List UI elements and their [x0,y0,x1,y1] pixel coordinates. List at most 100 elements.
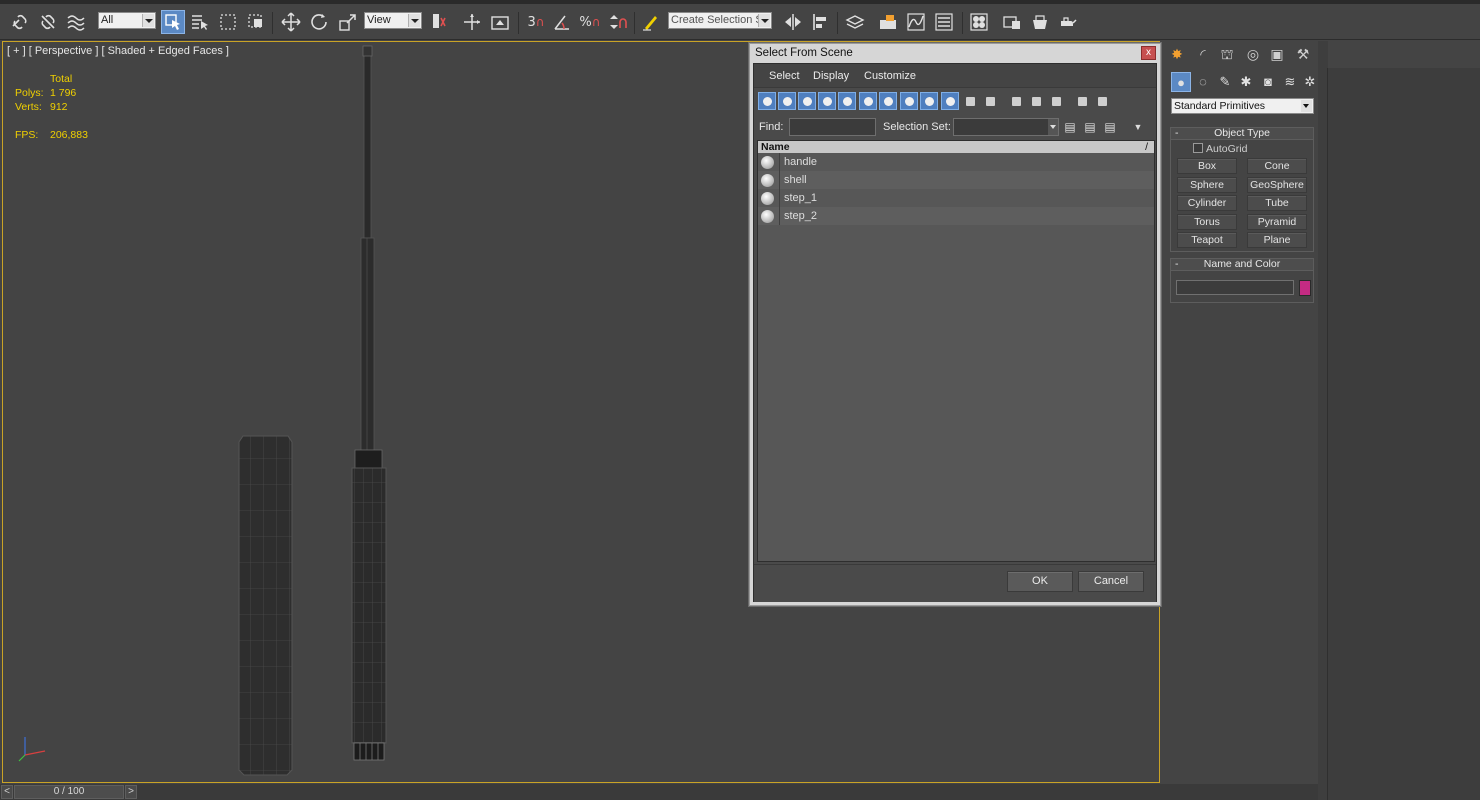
modify-tab-icon[interactable]: ◜ [1192,44,1214,64]
sphere-button[interactable]: Sphere [1177,177,1237,193]
display-frozen-icon[interactable] [961,92,979,110]
list-item[interactable]: step_2 [758,207,1154,225]
helpers-category-icon[interactable]: ◙ [1258,72,1278,92]
selection-filter-dropdown[interactable]: All [98,12,156,29]
display-xrefs-icon[interactable] [900,92,918,110]
geometry-category-icon[interactable]: ● [1171,72,1191,92]
pivot-center-icon[interactable] [427,10,451,34]
menu-display[interactable]: Display [813,70,849,82]
create-tab-icon[interactable]: ✸ [1166,44,1188,64]
list-item[interactable]: shell [758,171,1154,189]
remove-from-selection-set-icon[interactable]: ▤ [1103,119,1117,135]
display-bones-icon[interactable] [920,92,938,110]
filter-icon[interactable] [1073,92,1091,110]
torus-button[interactable]: Torus [1177,214,1237,230]
move-icon[interactable] [279,10,303,34]
box-button[interactable]: Box [1177,158,1237,174]
display-geometry-icon[interactable] [758,92,776,110]
display-all-icon[interactable] [1007,92,1025,110]
rotate-icon[interactable] [307,10,331,34]
cone-button[interactable]: Cone [1247,158,1307,174]
layer-manager-icon[interactable] [843,10,867,34]
pyramid-button[interactable]: Pyramid [1247,214,1307,230]
close-icon[interactable]: x [1141,46,1156,60]
rendered-frame-window-icon[interactable] [1028,10,1052,34]
display-none-icon[interactable] [1027,92,1045,110]
previous-frame-button[interactable]: < [1,785,13,799]
display-invert-icon[interactable] [1047,92,1065,110]
cylinder-button[interactable]: Cylinder [1177,195,1237,211]
bind-space-warp-icon[interactable] [64,10,88,34]
list-item[interactable]: step_1 [758,189,1154,207]
shapes-category-icon[interactable]: ◌ [1193,72,1213,92]
list-item[interactable]: handle [758,153,1154,171]
primitive-category-dropdown[interactable]: Standard Primitives [1171,98,1314,114]
name-and-color-rollout-header[interactable]: - Name and Color [1170,258,1314,271]
display-containers-icon[interactable] [941,92,959,110]
scene-object-list[interactable]: Name / handle shell step_1 step_2 [757,140,1155,562]
hierarchy-tab-icon[interactable]: ⛫ [1216,44,1238,64]
display-groups-icon[interactable] [879,92,897,110]
name-column-header[interactable]: Name / [758,141,1154,153]
mirror-icon[interactable] [781,10,805,34]
menu-select[interactable]: Select [769,70,800,82]
keyboard-shortcut-override-icon[interactable] [488,10,512,34]
display-space-warps-icon[interactable] [859,92,877,110]
display-helpers-icon[interactable] [838,92,856,110]
object-color-swatch[interactable] [1299,280,1311,296]
object-type-rollout-header[interactable]: - Object Type [1170,127,1314,140]
motion-tab-icon[interactable]: ◎ [1242,44,1264,64]
add-to-selection-set-icon[interactable]: ▤ [1083,119,1097,135]
link-icon[interactable] [8,10,32,34]
dialog-title[interactable]: Select From Scene [750,44,1160,63]
display-shapes-icon[interactable] [778,92,796,110]
space-warps-category-icon[interactable]: ≋ [1280,72,1300,92]
ribbon-toggle-icon[interactable] [876,10,900,34]
edit-named-selection-icon[interactable] [639,10,663,34]
render-production-icon[interactable] [1056,10,1080,34]
display-hidden-icon[interactable] [981,92,999,110]
reference-coordinate-dropdown[interactable]: View [364,12,422,29]
scale-icon[interactable] [336,10,360,34]
utilities-tab-icon[interactable]: ⚒ [1292,44,1314,64]
display-lights-icon[interactable] [798,92,816,110]
select-object-icon[interactable] [161,10,185,34]
curve-editor-icon[interactable] [904,10,928,34]
object-name-field[interactable] [1176,280,1294,295]
render-setup-icon[interactable] [1000,10,1024,34]
cameras-category-icon[interactable]: ✱ [1236,72,1256,92]
shell-object[interactable] [238,435,293,776]
rectangular-selection-icon[interactable] [216,10,240,34]
cancel-button[interactable]: Cancel [1078,571,1144,592]
time-slider[interactable]: 0 / 100 [14,785,124,799]
select-by-name-icon[interactable] [188,10,212,34]
systems-category-icon[interactable]: ✲ [1300,72,1320,92]
percent-snap-icon[interactable]: % ∩ [578,10,602,34]
material-editor-icon[interactable] [967,10,991,34]
menu-customize[interactable]: Customize [864,70,916,82]
align-icon[interactable] [809,10,833,34]
display-tab-icon[interactable]: ▣ [1266,44,1288,64]
handle-object[interactable] [351,45,387,761]
selection-set-dropdown[interactable] [953,118,1059,136]
filter-options-icon[interactable] [1093,92,1111,110]
geosphere-button[interactable]: GeoSphere [1247,177,1307,193]
create-selection-set-icon[interactable]: ▤ [1063,119,1077,135]
snap-toggle-icon[interactable]: 3 ∩ [524,10,548,34]
teapot-button[interactable]: Teapot [1177,232,1237,248]
chevron-down-icon[interactable]: ▼ [1131,119,1145,135]
display-cameras-icon[interactable] [818,92,836,110]
lights-category-icon[interactable]: ✎ [1215,72,1235,92]
spinner-snap-icon[interactable] [606,10,630,34]
next-frame-button[interactable]: > [125,785,137,799]
angle-snap-icon[interactable] [550,10,574,34]
tube-button[interactable]: Tube [1247,195,1307,211]
window-crossing-icon[interactable] [244,10,268,34]
select-manipulate-icon[interactable] [460,10,484,34]
schematic-view-icon[interactable] [932,10,956,34]
ok-button[interactable]: OK [1007,571,1073,592]
find-input[interactable] [789,118,876,136]
autogrid-checkbox[interactable] [1193,143,1203,153]
unlink-icon[interactable] [36,10,60,34]
plane-button[interactable]: Plane [1247,232,1307,248]
